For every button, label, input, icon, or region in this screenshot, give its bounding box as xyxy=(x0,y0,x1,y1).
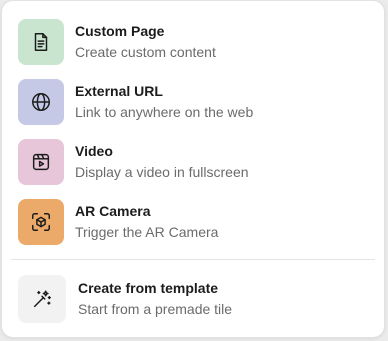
menu-item-title: External URL xyxy=(75,83,163,99)
ar-camera-tile xyxy=(18,199,64,245)
menu-item-description: Create custom content xyxy=(75,44,216,60)
new-tile-menu: Custom Page Create custom content Extern… xyxy=(1,0,385,338)
menu-item-video[interactable]: Video Display a video in fullscreen xyxy=(18,139,368,185)
menu-item-description: Display a video in fullscreen xyxy=(75,164,249,180)
divider xyxy=(11,259,375,260)
menu-item-title: AR Camera xyxy=(75,203,151,219)
menu-item-title: Video xyxy=(75,143,113,159)
menu-item-custom-page[interactable]: Custom Page Create custom content xyxy=(18,19,368,65)
menu-item-description: Trigger the AR Camera xyxy=(75,224,219,240)
globe-icon xyxy=(32,93,50,111)
template-description: Start from a premade tile xyxy=(78,301,233,317)
custom-page-tile xyxy=(18,19,64,65)
menu-item-ar-camera[interactable]: AR Camera Trigger the AR Camera xyxy=(18,199,368,245)
create-from-template-button[interactable]: Create from template Start from a premad… xyxy=(18,275,368,323)
external-url-tile xyxy=(18,79,64,125)
template-title: Create from template xyxy=(78,280,219,296)
menu-item-external-url[interactable]: External URL Link to anywhere on the web xyxy=(18,79,368,125)
ar-camera-icon xyxy=(32,213,50,231)
menu-item-description: Link to anywhere on the web xyxy=(75,104,254,120)
magic-wand-icon xyxy=(33,290,51,308)
template-tile xyxy=(18,275,66,323)
video-tile xyxy=(18,139,64,185)
menu-item-title: Custom Page xyxy=(75,23,165,39)
video-icon xyxy=(32,153,50,171)
document-icon xyxy=(34,33,48,51)
